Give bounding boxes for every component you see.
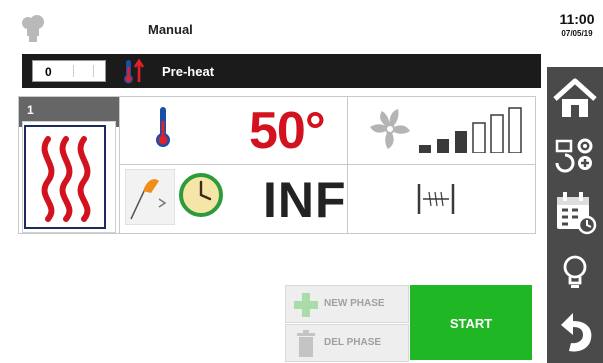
divider bbox=[119, 97, 120, 233]
new-phase-button[interactable]: NEW PHASE bbox=[285, 285, 409, 323]
phase-number: 1 bbox=[27, 103, 34, 117]
clock-date: 07/05/19 bbox=[561, 29, 593, 38]
calendar-icon[interactable] bbox=[547, 187, 603, 237]
counter-divider bbox=[93, 65, 94, 77]
trash-icon bbox=[297, 330, 315, 357]
damper-icon[interactable] bbox=[415, 180, 457, 218]
preheat-thermometer-icon bbox=[124, 58, 145, 84]
chef-hat-icon[interactable] bbox=[20, 14, 46, 44]
right-sidebar bbox=[547, 67, 603, 363]
home-icon[interactable] bbox=[547, 75, 603, 121]
mode-title: Manual bbox=[148, 22, 193, 37]
divider bbox=[347, 97, 348, 233]
del-phase-label: DEL PHASE bbox=[324, 337, 382, 348]
start-label: START bbox=[449, 316, 493, 331]
fan-icon[interactable] bbox=[366, 105, 414, 153]
cooking-mode-icon[interactable] bbox=[125, 169, 175, 225]
heat-mode-selector[interactable] bbox=[24, 125, 106, 229]
phase-panel: 1 50° INF bbox=[18, 96, 536, 234]
preheat-bar[interactable]: 0 Pre-heat bbox=[22, 54, 541, 88]
plus-icon bbox=[294, 293, 318, 317]
start-button[interactable]: START bbox=[410, 285, 532, 360]
heat-waves-icon bbox=[41, 136, 91, 222]
counter-divider bbox=[73, 65, 74, 77]
delete-phase-button[interactable]: DEL PHASE bbox=[285, 324, 409, 362]
fan-speed-bars-icon[interactable] bbox=[419, 107, 531, 153]
divider bbox=[119, 164, 535, 165]
temperature-value[interactable]: 50° bbox=[249, 101, 326, 161]
thermometer-icon bbox=[156, 107, 170, 147]
new-phase-label: NEW PHASE bbox=[324, 298, 385, 309]
timer-clock-icon[interactable] bbox=[177, 171, 225, 219]
back-arrow-icon[interactable] bbox=[547, 307, 603, 357]
counter-field[interactable]: 0 bbox=[32, 60, 106, 82]
preheat-label: Pre-heat bbox=[162, 64, 215, 79]
lightbulb-icon[interactable] bbox=[547, 251, 603, 295]
settings-cycle-icon[interactable] bbox=[547, 131, 603, 177]
counter-value: 0 bbox=[45, 65, 52, 79]
clock-time: 11:00 bbox=[559, 11, 595, 27]
time-value[interactable]: INF bbox=[263, 171, 347, 229]
